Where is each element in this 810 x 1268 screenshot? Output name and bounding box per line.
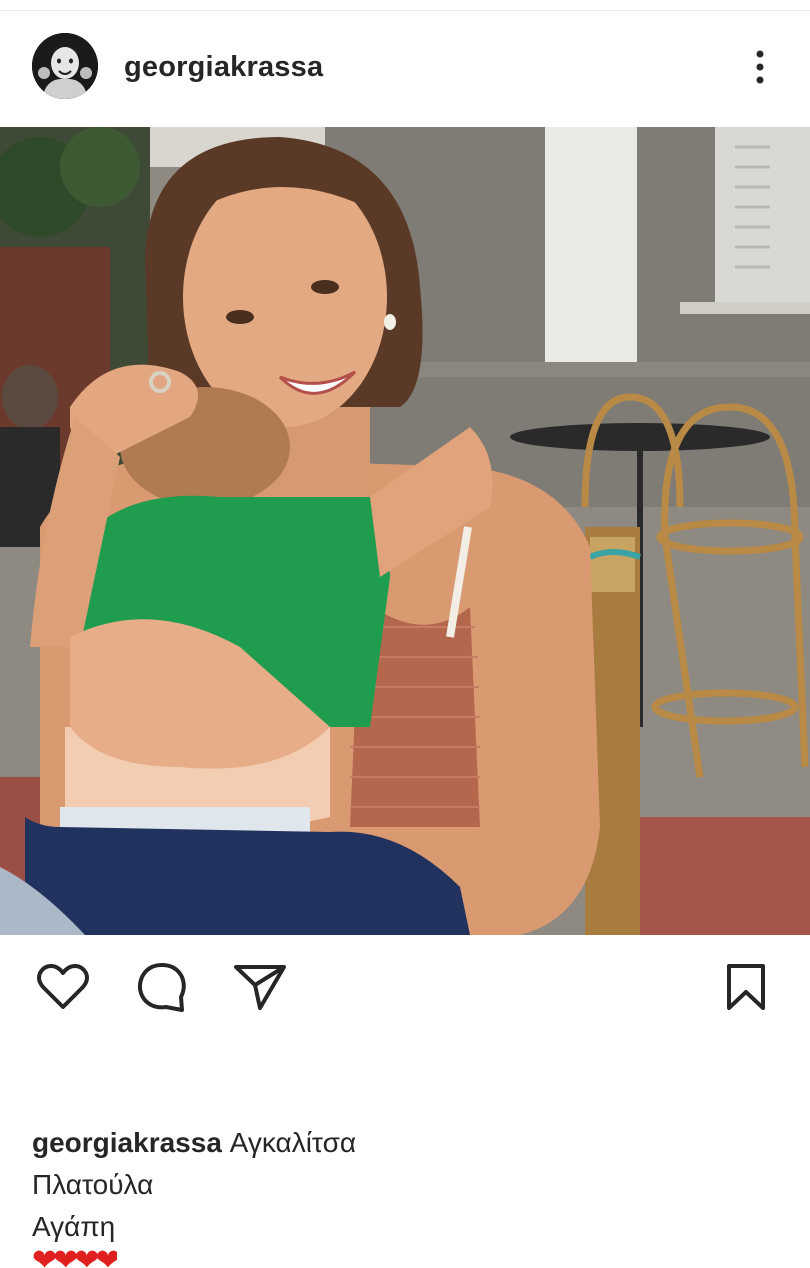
comment-bubble-icon	[137, 963, 186, 1012]
caption-line-3: Αγάπη	[32, 1211, 116, 1242]
caption-text: Αγκαλίτσα	[229, 1127, 357, 1158]
post-actions-bar	[0, 935, 810, 1045]
post-header: georgiakrassa	[0, 11, 810, 127]
more-options-button[interactable]	[740, 47, 780, 87]
caption-line-2: Πλατούλα	[32, 1169, 154, 1200]
photo-illustration	[0, 127, 810, 935]
instagram-post-screen: georgiakrassa georgiakrassa Αγκαλίτσα Πλ…	[0, 0, 810, 1268]
bookmark-outline-icon	[727, 964, 765, 1010]
heart-outline-icon	[37, 964, 89, 1009]
post-username[interactable]: georgiakrassa	[124, 51, 323, 84]
avatar[interactable]	[32, 33, 98, 99]
paper-plane-icon	[234, 965, 286, 1010]
caption-hearts: ❤❤❤❤	[32, 1246, 117, 1268]
post-caption: georgiakrassa Αγκαλίτσα Πλατούλα Αγάπη	[32, 1122, 772, 1248]
save-button[interactable]	[716, 957, 776, 1017]
avatar-image	[32, 33, 98, 99]
post-photo[interactable]	[0, 127, 810, 935]
comment-button[interactable]	[132, 957, 192, 1017]
more-vertical-icon	[756, 50, 764, 84]
like-button[interactable]	[33, 957, 93, 1017]
caption-line-1: georgiakrassa Αγκαλίτσα	[32, 1122, 772, 1164]
caption-username[interactable]: georgiakrassa	[32, 1127, 222, 1158]
share-button[interactable]	[230, 957, 290, 1017]
